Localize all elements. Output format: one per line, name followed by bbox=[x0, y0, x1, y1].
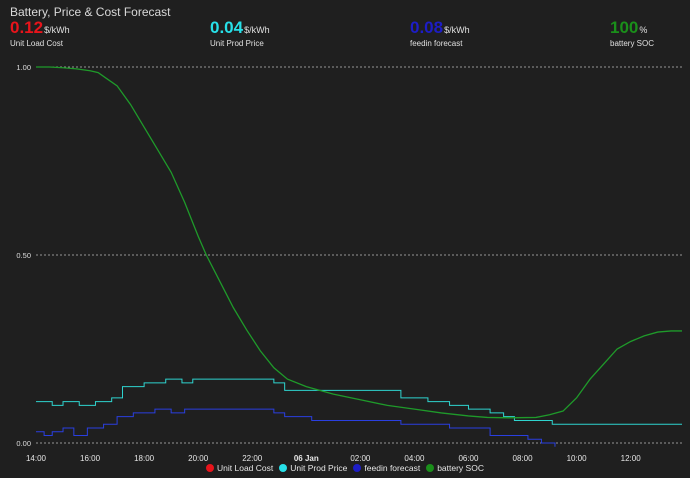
y-tick-label: 1.00 bbox=[16, 63, 31, 72]
x-tick-label: 14:00 bbox=[26, 454, 47, 463]
legend-marker bbox=[426, 464, 435, 472]
x-tick-label: 20:00 bbox=[188, 454, 209, 463]
y-tick-label: 0.50 bbox=[16, 251, 31, 260]
legend-label: Unit Load Cost bbox=[217, 463, 274, 473]
x-tick-label: 06 Jan bbox=[294, 454, 319, 463]
series-line-battery-soc bbox=[36, 66, 682, 419]
x-tick-label: 04:00 bbox=[404, 454, 425, 463]
x-tick-label: 06:00 bbox=[458, 454, 479, 463]
legend-label: Unit Prod Price bbox=[290, 463, 348, 473]
legend-item[interactable]: Unit Prod Price bbox=[279, 463, 347, 473]
x-tick-label: 18:00 bbox=[134, 454, 155, 463]
x-tick-label: 02:00 bbox=[350, 454, 371, 463]
chart-legend: Unit Load Cost Unit Prod Price feedin fore… bbox=[0, 463, 690, 473]
series-line-feedin-forecast bbox=[36, 408, 556, 447]
legend-label: battery SOC bbox=[437, 463, 484, 473]
legend-item[interactable]: Unit Load Cost bbox=[206, 463, 273, 473]
forecast-chart[interactable]: 0.00 0.50 1.00 14:00 16:00 18:00 20:00 22:00 06 … bbox=[0, 0, 690, 478]
legend-marker bbox=[206, 464, 215, 472]
legend-marker bbox=[353, 464, 362, 472]
x-tick-label: 22:00 bbox=[242, 454, 263, 463]
x-tick-label: 08:00 bbox=[513, 454, 534, 463]
x-tick-label: 10:00 bbox=[567, 454, 588, 463]
y-tick-label: 0.00 bbox=[16, 439, 31, 448]
legend-item[interactable]: battery SOC bbox=[426, 463, 484, 473]
x-tick-label: 12:00 bbox=[621, 454, 642, 463]
legend-label: feedin forecast bbox=[364, 463, 421, 473]
legend-marker bbox=[279, 464, 288, 472]
forecast-card: Battery, Price & Cost Forecast 0.12$/kWh… bbox=[0, 0, 690, 478]
x-tick-label: 16:00 bbox=[80, 454, 101, 463]
legend-item[interactable]: feedin forecast bbox=[353, 463, 420, 473]
